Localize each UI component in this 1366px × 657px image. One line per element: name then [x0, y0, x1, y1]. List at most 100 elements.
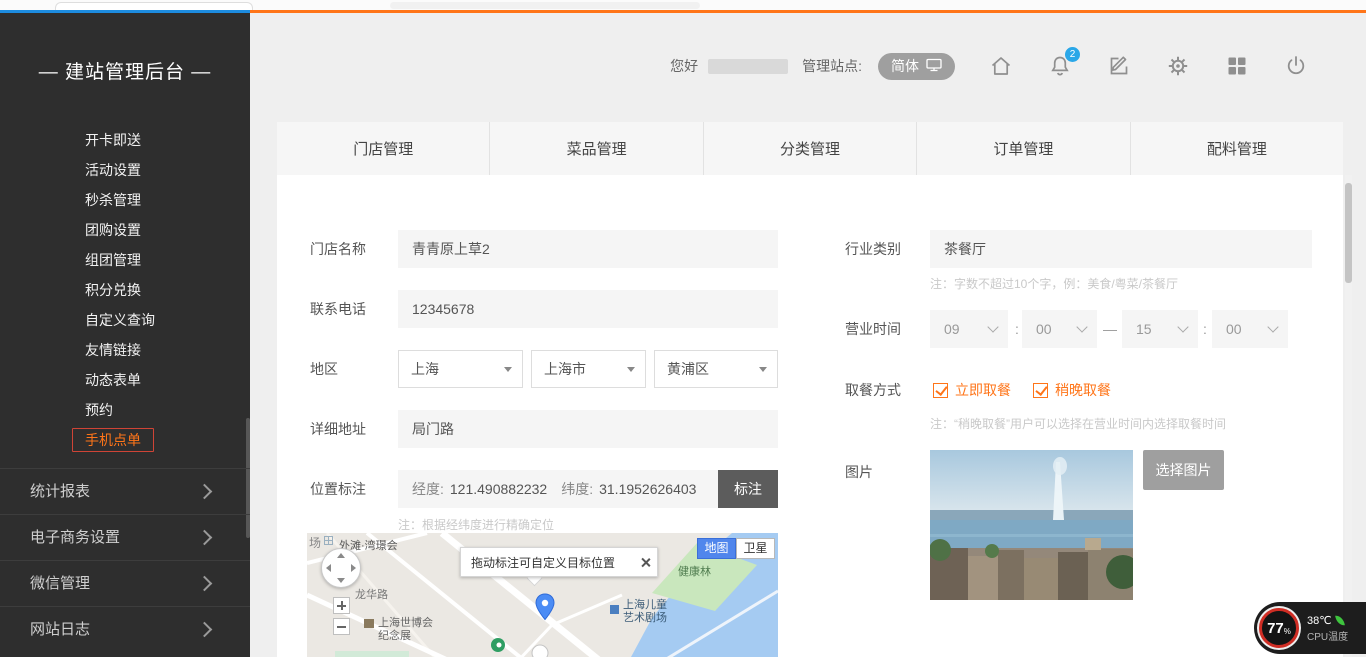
chevron-down-icon [1076, 321, 1087, 332]
sidebar-item-label: 预约 [85, 402, 113, 418]
pan-left-icon[interactable] [326, 564, 331, 572]
pan-up-icon[interactable] [337, 553, 345, 558]
store-name-input[interactable] [398, 230, 778, 268]
browser-address-bar[interactable] [390, 2, 700, 9]
phone-input[interactable] [398, 290, 778, 328]
choose-image-button[interactable]: 选择图片 [1143, 450, 1224, 490]
map-pan-control[interactable] [321, 548, 361, 588]
city-value: 上海市 [544, 361, 586, 377]
sidebar-section-wechat[interactable]: 微信管理 [0, 560, 250, 606]
sidebar-item-dynamic-forms[interactable]: 动态表单 [0, 365, 250, 395]
tab-store-management[interactable]: 门店管理 [277, 122, 490, 175]
masked-username [708, 59, 788, 74]
map-marker[interactable] [535, 593, 555, 626]
industry-input[interactable] [930, 230, 1312, 268]
tab-order-management[interactable]: 订单管理 [917, 122, 1130, 175]
map-children-theater-label-line2: 艺术剧场 [623, 612, 667, 625]
region-label: 地区 [310, 350, 338, 388]
store-photo-image [930, 450, 1133, 600]
map-type-button[interactable]: 地图 [697, 538, 736, 559]
edit-icon[interactable] [1107, 54, 1131, 78]
section-label: 网站日志 [30, 621, 90, 638]
sidebar-section-statistics[interactable]: 统计报表 [0, 468, 250, 514]
province-value: 上海 [411, 361, 439, 377]
home-icon[interactable] [989, 54, 1013, 78]
zoom-in-button[interactable] [333, 597, 350, 614]
sidebar-item-label: 自定义查询 [85, 312, 155, 328]
pan-right-icon[interactable] [351, 564, 356, 572]
close-icon[interactable] [640, 557, 651, 568]
sidebar-item-team-group[interactable]: 组团管理 [0, 245, 250, 275]
map-canvas[interactable]: 场 外滩·湾璟会 拖动标注可自定义目标位置 龙华路 上海世博会 纪念展 [307, 533, 778, 657]
sidebar-item-label: 友情链接 [85, 342, 141, 358]
district-select[interactable]: 黄浦区 [654, 350, 778, 388]
zoom-out-button[interactable] [333, 618, 350, 635]
monitor-icon [926, 58, 942, 75]
tab-ingredient-management[interactable]: 配料管理 [1131, 122, 1343, 175]
pan-down-icon[interactable] [337, 578, 345, 583]
province-select[interactable]: 上海 [398, 350, 523, 388]
sidebar-item-label: 开卡即送 [85, 132, 141, 148]
map-tooltip: 拖动标注可自定义目标位置 [460, 547, 658, 577]
close-minute-value: 00 [1226, 321, 1242, 337]
city-select[interactable]: 上海市 [531, 350, 646, 388]
pickup-now-checkbox[interactable] [933, 383, 948, 398]
power-icon[interactable] [1284, 54, 1308, 78]
sidebar-item-friend-links[interactable]: 友情链接 [0, 335, 250, 365]
tab-category-management[interactable]: 分类管理 [704, 122, 917, 175]
close-minute-select[interactable]: 00 [1212, 310, 1288, 348]
sidebar-item-card-gift[interactable]: 开卡即送 [0, 125, 250, 155]
cpu-monitor-widget[interactable]: 77 % 38℃ CPU温度 [1254, 602, 1366, 654]
pickup-method-label: 取餐方式 [845, 371, 901, 409]
pickup-later-label: 稍晚取餐 [1055, 380, 1111, 400]
caret-down-icon [627, 367, 635, 372]
tab-dish-management[interactable]: 菜品管理 [490, 122, 703, 175]
latitude-label: 纬度: [561, 479, 593, 499]
cpu-temp-block: 38℃ CPU温度 [1307, 614, 1348, 643]
close-hour-value: 15 [1136, 321, 1152, 337]
sidebar-menu: 开卡即送 活动设置 秒杀管理 团购设置 组团管理 积分兑换 自定义查询 友情链接… [0, 125, 250, 455]
cpu-usage-gauge: 77 % [1259, 608, 1299, 648]
business-hours-label: 营业时间 [845, 310, 901, 348]
mark-location-button[interactable]: 标注 [718, 470, 778, 508]
sidebar-item-reservation[interactable]: 预约 [0, 395, 250, 425]
sidebar-section-site-logs[interactable]: 网站日志 [0, 606, 250, 652]
chevron-right-icon [197, 576, 213, 592]
latitude-value: 31.1952626403 [599, 481, 696, 497]
image-label: 图片 [845, 462, 873, 500]
language-button[interactable]: 简体 [878, 53, 955, 80]
open-hour-select[interactable]: 09 [930, 310, 1008, 348]
sidebar-item-mobile-ordering[interactable]: 手机点单 [0, 425, 250, 455]
sidebar-item-activity-settings[interactable]: 活动设置 [0, 155, 250, 185]
sidebar-section-ecommerce[interactable]: 电子商务设置 [0, 514, 250, 560]
cpu-temp-label: CPU温度 [1307, 628, 1348, 643]
chevron-down-icon [987, 321, 998, 332]
open-minute-value: 00 [1036, 321, 1052, 337]
satellite-type-button[interactable]: 卫星 [736, 538, 775, 559]
sidebar-item-group-buy[interactable]: 团购设置 [0, 215, 250, 245]
grid-apps-icon[interactable] [1225, 54, 1249, 78]
bell-icon[interactable]: 2 [1048, 54, 1072, 78]
gear-icon[interactable] [1166, 54, 1190, 78]
time-colon: : [1200, 310, 1210, 348]
store-photo [930, 450, 1133, 600]
sidebar-item-custom-query[interactable]: 自定义查询 [0, 305, 250, 335]
map-expo-label-line1: 上海世博会 [378, 617, 433, 630]
cpu-temperature: 38℃ [1307, 614, 1332, 627]
map-expo-label-line2: 纪念展 [378, 630, 411, 643]
district-value: 黄浦区 [667, 361, 709, 377]
sidebar-item-label: 团购设置 [85, 222, 141, 238]
pickup-later-checkbox[interactable] [1033, 383, 1048, 398]
scrollbar-thumb[interactable] [1345, 183, 1352, 283]
caret-down-icon [504, 367, 512, 372]
open-hour-value: 09 [944, 321, 960, 337]
open-minute-select[interactable]: 00 [1022, 310, 1097, 348]
cpu-percent-sign: % [1284, 627, 1291, 636]
close-hour-select[interactable]: 15 [1122, 310, 1198, 348]
location-label: 位置标注 [310, 470, 366, 508]
pickup-options: 立即取餐 稍晚取餐 [933, 380, 1111, 400]
sidebar-item-points-exchange[interactable]: 积分兑换 [0, 275, 250, 305]
address-input[interactable] [398, 410, 778, 448]
map-corner-label: 场 [309, 534, 321, 551]
sidebar-item-flash-sale[interactable]: 秒杀管理 [0, 185, 250, 215]
